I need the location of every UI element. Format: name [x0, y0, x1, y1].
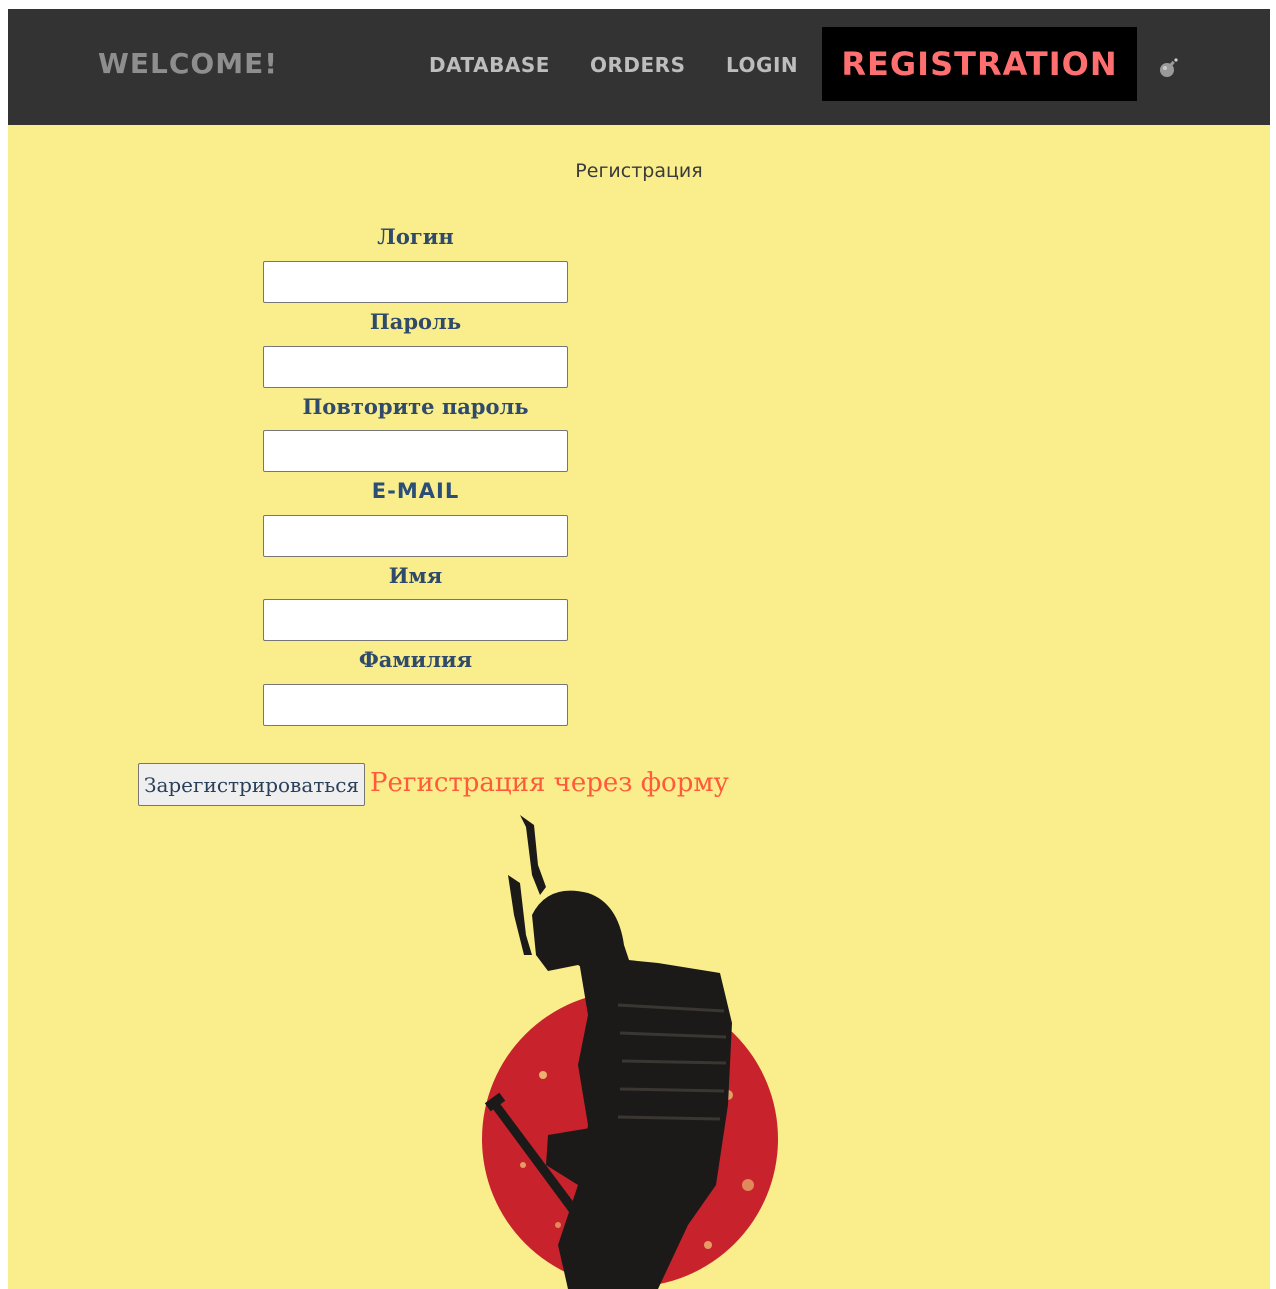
register-via-form-link[interactable]: Регистрация через форму	[370, 766, 729, 800]
bomb-icon[interactable]	[1158, 57, 1180, 79]
login-input[interactable]	[263, 261, 568, 303]
password-label: Пароль	[369, 309, 462, 334]
nav-database[interactable]: DATABASE	[429, 53, 550, 77]
email-label: E-MAIL	[371, 479, 460, 503]
repeat-password-input[interactable]	[263, 430, 568, 472]
nav-registration-label: REGISTRATION	[841, 45, 1118, 83]
register-button[interactable]: Зарегистрироваться	[138, 763, 365, 806]
navbar: WELCOME! DATABASE ORDERS LOGIN REGISTRAT…	[8, 9, 1270, 125]
nav-login[interactable]: LOGIN	[726, 53, 798, 77]
nav-registration[interactable]: REGISTRATION	[822, 27, 1137, 101]
page-title: Регистрация	[575, 160, 703, 182]
email-input[interactable]	[263, 515, 568, 557]
repeat-password-label: Повторите пароль	[302, 394, 529, 419]
brand-title[interactable]: WELCOME!	[98, 47, 278, 81]
last-name-input[interactable]	[263, 684, 568, 726]
nav-orders[interactable]: ORDERS	[590, 53, 685, 77]
samurai-artwork	[428, 805, 828, 1289]
page: WELCOME! DATABASE ORDERS LOGIN REGISTRAT…	[8, 9, 1270, 1289]
last-name-label: Фамилия	[358, 647, 473, 672]
password-input[interactable]	[263, 346, 568, 388]
first-name-label: Имя	[388, 563, 443, 588]
login-label: Логин	[377, 224, 454, 249]
first-name-input[interactable]	[263, 599, 568, 641]
